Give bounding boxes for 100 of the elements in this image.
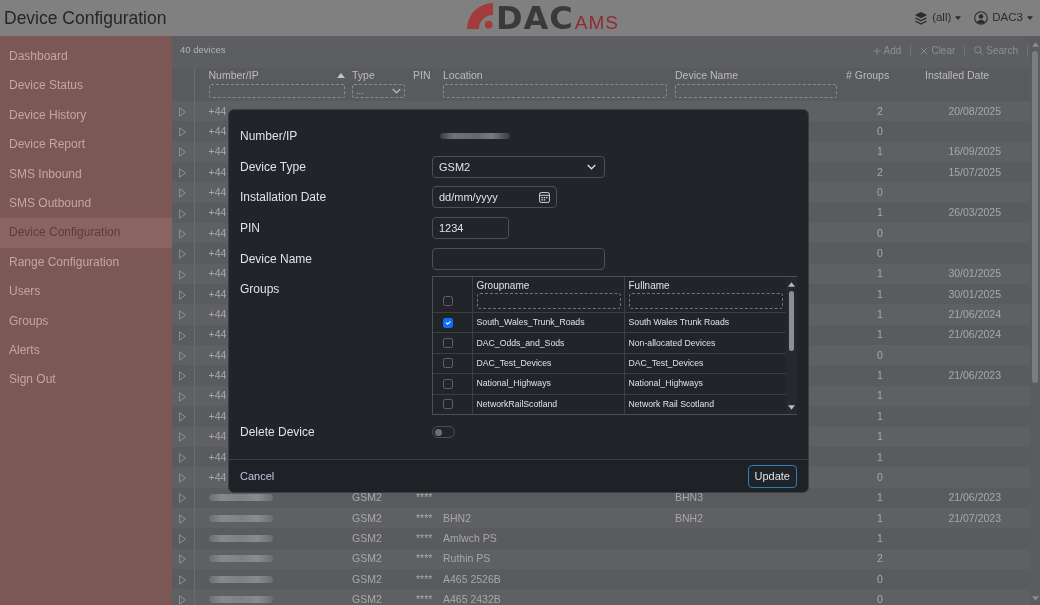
table-cell: 16/09/2025 <box>948 145 1001 158</box>
column-header[interactable]: Groupname <box>476 278 621 293</box>
table-cell: +44 <box>208 409 227 422</box>
table-cell: GSM2 <box>352 531 382 544</box>
scroll-up-icon[interactable] <box>788 281 795 287</box>
expand-icon[interactable] <box>179 452 187 463</box>
expand-icon[interactable] <box>179 249 187 260</box>
table-cell: +44 <box>208 287 227 300</box>
expand-icon[interactable] <box>179 269 187 280</box>
group-filter-dropdown[interactable]: (all) <box>914 9 962 27</box>
filter-input[interactable] <box>208 84 345 98</box>
checkbox[interactable] <box>443 399 453 410</box>
expand-icon[interactable] <box>179 167 187 178</box>
field-label: Installation Date <box>240 190 328 205</box>
expand-icon[interactable] <box>179 371 187 382</box>
chevron-down-icon <box>392 88 401 94</box>
expand-icon[interactable] <box>179 391 187 402</box>
expand-icon[interactable] <box>179 147 187 158</box>
toggle-switch[interactable] <box>432 426 455 439</box>
expand-icon[interactable] <box>179 127 187 138</box>
expand-icon[interactable] <box>179 493 187 504</box>
column-header[interactable]: Location <box>443 68 483 82</box>
table-cell: 0 <box>877 186 883 199</box>
expand-icon[interactable] <box>179 595 187 605</box>
expand-icon[interactable] <box>179 554 187 565</box>
sidebar-item[interactable]: Range Configuration <box>0 247 172 278</box>
expand-icon[interactable] <box>179 472 187 483</box>
expand-icon[interactable] <box>179 574 187 585</box>
table-cell: 1 <box>877 308 883 321</box>
sidebar-item[interactable]: Device Status <box>0 71 172 101</box>
table-cell: South Wales Trunk Roads <box>628 317 730 328</box>
expand-icon[interactable] <box>179 106 187 117</box>
table-cell: +44 <box>208 186 227 199</box>
field-label: Device Type <box>240 159 307 174</box>
column-header[interactable]: Type <box>352 68 375 82</box>
input-field[interactable] <box>432 247 605 270</box>
table-cell: 0 <box>877 470 883 483</box>
table-cell: South_Wales_Trunk_Roads <box>476 317 585 328</box>
field-label: Groups <box>240 280 281 296</box>
checkbox[interactable] <box>443 338 453 349</box>
sidebar-item[interactable]: SMS Outbound <box>0 188 172 219</box>
column-header[interactable]: Fullname <box>628 278 783 293</box>
logo-text: DAC <box>496 2 574 34</box>
sidebar-item[interactable]: Device History <box>0 100 172 131</box>
sidebar-item[interactable]: SMS Inbound <box>0 159 172 189</box>
filter-input[interactable] <box>476 292 621 309</box>
sidebar-item[interactable]: Groups <box>0 306 172 336</box>
filter-input[interactable] <box>443 84 667 98</box>
expand-icon[interactable] <box>179 289 187 300</box>
column-header[interactable]: Number/IP <box>208 68 259 82</box>
table-cell: NetworkRailScotland <box>476 398 558 409</box>
filter-input[interactable] <box>628 292 783 309</box>
table-cell: +44 <box>208 226 227 239</box>
filter-input[interactable] <box>675 84 837 98</box>
checkbox[interactable] <box>443 295 453 306</box>
table-cell: 21/07/2023 <box>948 511 1001 524</box>
scrollbar[interactable] <box>786 276 797 414</box>
expand-icon[interactable] <box>179 534 187 544</box>
user-menu-dropdown[interactable]: DAC3 <box>974 9 1033 27</box>
expand-icon[interactable] <box>179 432 187 443</box>
checkbox[interactable] <box>443 358 453 369</box>
update-button[interactable]: Update <box>747 464 797 488</box>
table-cell: 30/01/2025 <box>948 287 1001 300</box>
expand-icon[interactable] <box>179 330 187 341</box>
caret-icon <box>1027 16 1033 20</box>
table-cell: 1 <box>877 145 883 158</box>
table-cell: 21/06/2023 <box>948 369 1001 382</box>
cancel-link[interactable]: Cancel <box>240 467 275 485</box>
sidebar-item[interactable]: Alerts <box>0 335 172 366</box>
table-cell: +44 <box>208 430 227 443</box>
table-cell: 21/06/2024 <box>948 328 1001 341</box>
table-cell: 1 <box>877 389 883 402</box>
pin-field[interactable]: 1234 <box>432 217 509 240</box>
filter-select[interactable]: ... <box>352 84 405 98</box>
expand-icon[interactable] <box>179 350 187 361</box>
table-cell: +44 <box>208 165 227 178</box>
expand-icon[interactable] <box>179 513 187 524</box>
table-cell: 0 <box>877 572 883 585</box>
expand-icon[interactable] <box>179 310 187 321</box>
table-cell: BHN2 <box>443 511 471 524</box>
table-cell: **** <box>416 552 433 565</box>
checkbox[interactable] <box>443 317 453 328</box>
expand-icon[interactable] <box>179 188 187 199</box>
sidebar-item[interactable]: Device Report <box>0 130 172 160</box>
checkbox[interactable] <box>443 378 453 389</box>
table-cell: +44 <box>208 247 227 260</box>
expand-icon[interactable] <box>179 411 187 422</box>
search-icon <box>974 46 984 55</box>
scroll-down-icon[interactable] <box>788 404 795 410</box>
table-cell: DAC_Odds_and_Sods <box>476 337 565 348</box>
sidebar-item[interactable]: Sign Out <box>0 365 172 395</box>
table-cell: **** <box>416 592 433 605</box>
device-type-select[interactable]: GSM2 <box>432 155 605 178</box>
expand-icon[interactable] <box>179 228 187 239</box>
column-header[interactable]: Device Name <box>675 68 739 82</box>
table-cell: BHN3 <box>675 491 703 504</box>
sidebar-item[interactable]: Dashboard <box>0 42 172 72</box>
date-field[interactable]: dd/mm/yyyy <box>432 186 557 209</box>
expand-icon[interactable] <box>179 208 187 219</box>
sidebar-item[interactable]: Users <box>0 277 172 307</box>
